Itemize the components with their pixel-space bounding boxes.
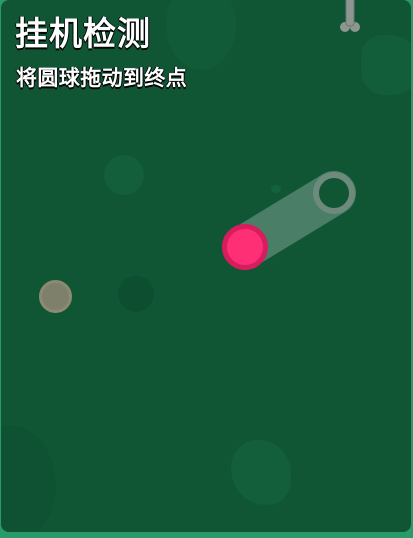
drag-ball[interactable] [222,224,268,270]
background-blob [271,185,281,193]
captcha-frame: 挂机检测 将圆球拖动到终点 [0,0,413,538]
bone-icon [340,0,360,32]
captcha-instruction: 将圆球拖动到终点 [16,66,188,90]
decoy-hole [118,276,154,312]
captcha-panel: 挂机检测 将圆球拖动到终点 [1,0,411,532]
background-blob [231,440,291,505]
background-blob [166,0,236,70]
background-blob [104,155,144,195]
background-blob [1,425,56,532]
decoy-dot [39,280,72,313]
target-hole [313,172,355,214]
captcha-title: 挂机检测 [15,14,151,53]
background-blob [361,35,411,95]
